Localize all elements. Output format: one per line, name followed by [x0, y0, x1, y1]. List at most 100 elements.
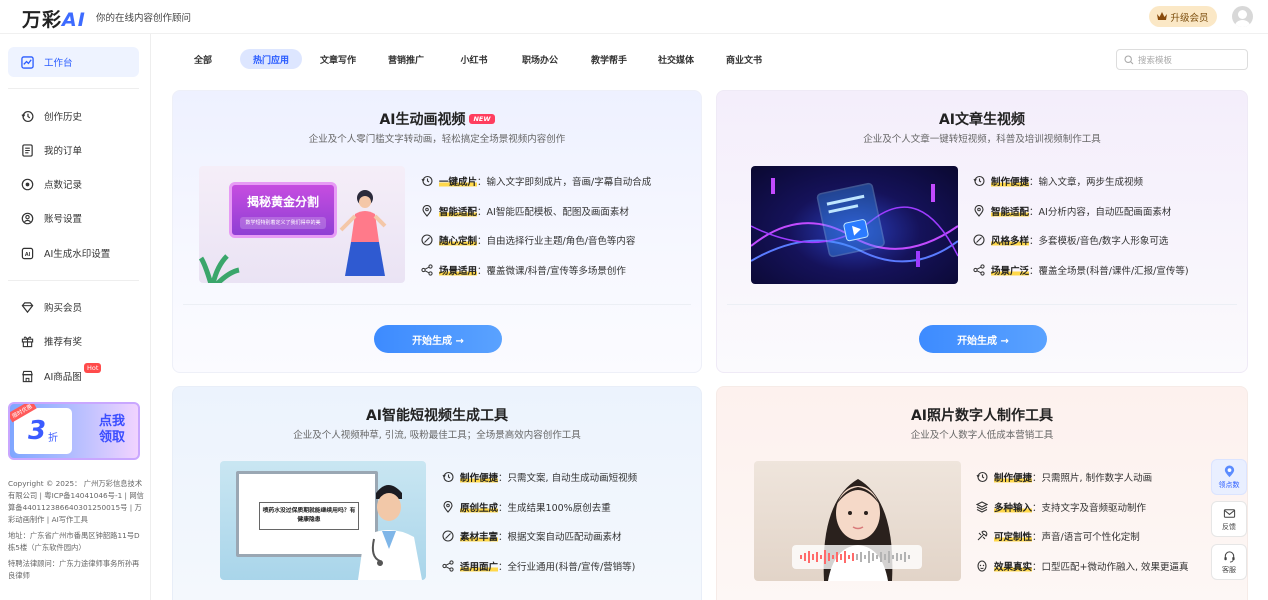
edit-icon [973, 234, 985, 246]
feature-text: 全行业通用(科普/宣传/营销等) [507, 562, 636, 573]
share-icon [442, 560, 454, 572]
tab-marketing[interactable]: 营销推广 [380, 49, 432, 69]
start-generate-button[interactable]: 开始生成 → [374, 325, 502, 353]
feature-text: 只需照片, 制作数字人动画 [1041, 473, 1153, 484]
mail-icon [1223, 508, 1235, 518]
location-icon [973, 205, 985, 217]
feature-row: 适用面广：全行业通用(科普/宣传/营销等) [442, 559, 635, 573]
search-input[interactable]: 搜索模板 [1138, 54, 1172, 66]
card-divider [183, 304, 691, 305]
feedback-button[interactable]: 反馈 [1211, 501, 1247, 537]
doctor-illustration [358, 485, 422, 580]
location-icon [442, 501, 454, 513]
feature-keyword: 场景适用 [439, 263, 478, 277]
tab-hot-apps[interactable]: 热门应用 [240, 49, 302, 69]
sidebar-item-referral[interactable]: 推荐有奖 [8, 326, 139, 356]
feature-keyword: 素材丰富 [460, 529, 499, 543]
feature-text: 只需文案, 自动生成动画短视频 [507, 473, 638, 484]
points-location-icon [1224, 464, 1234, 477]
card-title: AI智能短视频生成工具 [365, 408, 509, 424]
sidebar-item-label: 工作台 [44, 58, 73, 69]
feature-row: 效果真实：口型匹配+微动作融入, 效果更逼真 [976, 559, 1189, 573]
share-icon [421, 264, 433, 276]
feature-text: 生成结果100%原创去重 [507, 503, 611, 514]
customer-service-button[interactable]: 客服 [1211, 544, 1247, 580]
claim-points-label: 领点数 [1218, 480, 1240, 489]
sidebar-item-label: 购买会员 [44, 303, 83, 314]
feature-keyword: 随心定制 [439, 233, 478, 247]
sidebar-item-label: 点数记录 [44, 180, 83, 191]
card-subtitle: 企业及个人零门槛文字转动画，轻松搞定全场景视频内容创作 [308, 134, 566, 145]
card-ai-short-video[interactable]: AI智能短视频生成工具 企业及个人视频种草, 引流, 吸粉最佳工具；全场景高效内… [172, 386, 702, 600]
template-search[interactable]: 搜索模板 [1116, 49, 1248, 70]
card-ai-animation-video[interactable]: AI生动画视频 NEW 企业及个人零门槛文字转动画，轻松搞定全场景视频内容创作 揭… [172, 90, 702, 373]
shop-icon [20, 369, 34, 383]
promo-number: 3 [27, 416, 47, 446]
feature-text: 输入文字即刻成片，音画/字幕自动合成 [486, 177, 652, 188]
plant-illustration [199, 254, 240, 283]
share-icon [973, 264, 985, 276]
edit-icon [442, 530, 454, 542]
feature-keyword: 智能适配 [991, 204, 1030, 218]
sidebar-item-buy-membership[interactable]: 购买会员 [8, 292, 139, 322]
feature-keyword: 风格多样 [991, 233, 1030, 247]
promo-claim-line1: 点我 [98, 414, 125, 429]
order-icon [20, 143, 34, 157]
feature-keyword: 可定制性 [994, 529, 1033, 543]
tab-xiaohongshu[interactable]: 小红书 [452, 49, 496, 69]
tab-teaching[interactable]: 教学帮手 [583, 49, 635, 69]
tab-business-docs[interactable]: 商业文书 [718, 49, 770, 69]
feature-row: 制作便捷：只需照片, 制作数字人动画 [976, 470, 1152, 484]
new-badge: NEW [469, 114, 495, 124]
card-title-text: AI生动画视频 [379, 112, 466, 128]
card-ai-photo-digital-human[interactable]: AI照片数字人制作工具 企业及个人数字人低成本营销工具 制作便捷：只需照片, 制… [716, 386, 1248, 600]
sidebar-divider [8, 88, 139, 89]
tab-social-media[interactable]: 社交媒体 [650, 49, 702, 69]
sidebar-item-label: 我的订单 [44, 146, 83, 157]
upgrade-button[interactable]: 升级会员 [1149, 6, 1217, 27]
category-tabs: 全部 热门应用 文章写作 营销推广 小红书 职场办公 教学帮手 社交媒体 商业文… [172, 49, 812, 69]
golden-ratio-banner: 揭秘黄金分割 数学短特别着定义了我们得中的美 [229, 182, 337, 238]
timer-icon [973, 175, 985, 187]
card-divider [727, 304, 1237, 305]
discount-promo-banner[interactable]: 3 折 限时优惠 点我 领取 [8, 402, 140, 460]
feature-keyword: 制作便捷 [994, 470, 1033, 484]
card-title: AI文章生视频 [938, 112, 1026, 128]
slogan: 你的在线内容创作顾问 [96, 13, 192, 24]
feature-keyword: 一键成片 [439, 174, 478, 188]
sidebar-item-label: AI商品图 [44, 372, 82, 383]
feature-keyword: 制作便捷 [460, 470, 499, 484]
card-subtitle: 企业及个人视频种草, 引流, 吸粉最佳工具；全场景高效内容创作工具 [293, 430, 581, 441]
feature-text: 根据文案自动匹配动画素材 [507, 532, 622, 543]
legal-text: 特聘法律顾问：广东力途律师事务所孙再良律师 [8, 559, 140, 580]
tab-office[interactable]: 职场办公 [514, 49, 566, 69]
search-icon [1124, 54, 1134, 64]
feature-text: AI分析内容，自动匹配画面素材 [1038, 207, 1172, 218]
copyright-block: Copyright © 2025： 广州万彩信息技术有限公司 | 粤ICP备14… [8, 478, 144, 582]
sidebar-divider [8, 280, 139, 281]
sidebar-item-label: 创作历史 [44, 112, 83, 123]
feedback-label: 反馈 [1222, 522, 1236, 531]
location-icon [421, 205, 433, 217]
feature-keyword: 制作便捷 [991, 174, 1030, 188]
custom-icon [976, 530, 988, 542]
sidebar-item-product-image[interactable]: AI商品图 Hot [8, 361, 139, 391]
sidebar-item-history[interactable]: 创作历史 [8, 101, 139, 131]
sidebar-item-orders[interactable]: 我的订单 [8, 135, 139, 165]
sidebar-item-account[interactable]: 账号设置 [8, 203, 139, 233]
sidebar-item-watermark[interactable]: AI AI生成水印设置 [8, 238, 139, 268]
claim-points-button[interactable]: 领点数 [1211, 459, 1247, 495]
sidebar-item-dashboard[interactable]: 工作台 [8, 47, 139, 77]
start-generate-button[interactable]: 开始生成 → [919, 325, 1047, 353]
promo-claim-text: 点我 领取 [88, 414, 136, 446]
sidebar-item-label: 推荐有奖 [44, 337, 83, 348]
avatar[interactable] [1232, 6, 1253, 27]
tab-all[interactable]: 全部 [182, 49, 224, 69]
sidebar-item-points[interactable]: 点数记录 [8, 169, 139, 199]
logo[interactable]: 万彩AI [22, 5, 86, 32]
card-title: AI照片数字人制作工具 [910, 408, 1054, 424]
banner-title: 揭秘黄金分割 [246, 195, 319, 209]
tab-article-writing[interactable]: 文章写作 [312, 49, 364, 69]
card-ai-article-to-video[interactable]: AI文章生视频 企业及个人文章一键转短视频，科普及培训视频制作工具 制作便捷：输… [716, 90, 1248, 373]
feature-row: 可定制性：声音/语言可个性化定制 [976, 529, 1140, 543]
